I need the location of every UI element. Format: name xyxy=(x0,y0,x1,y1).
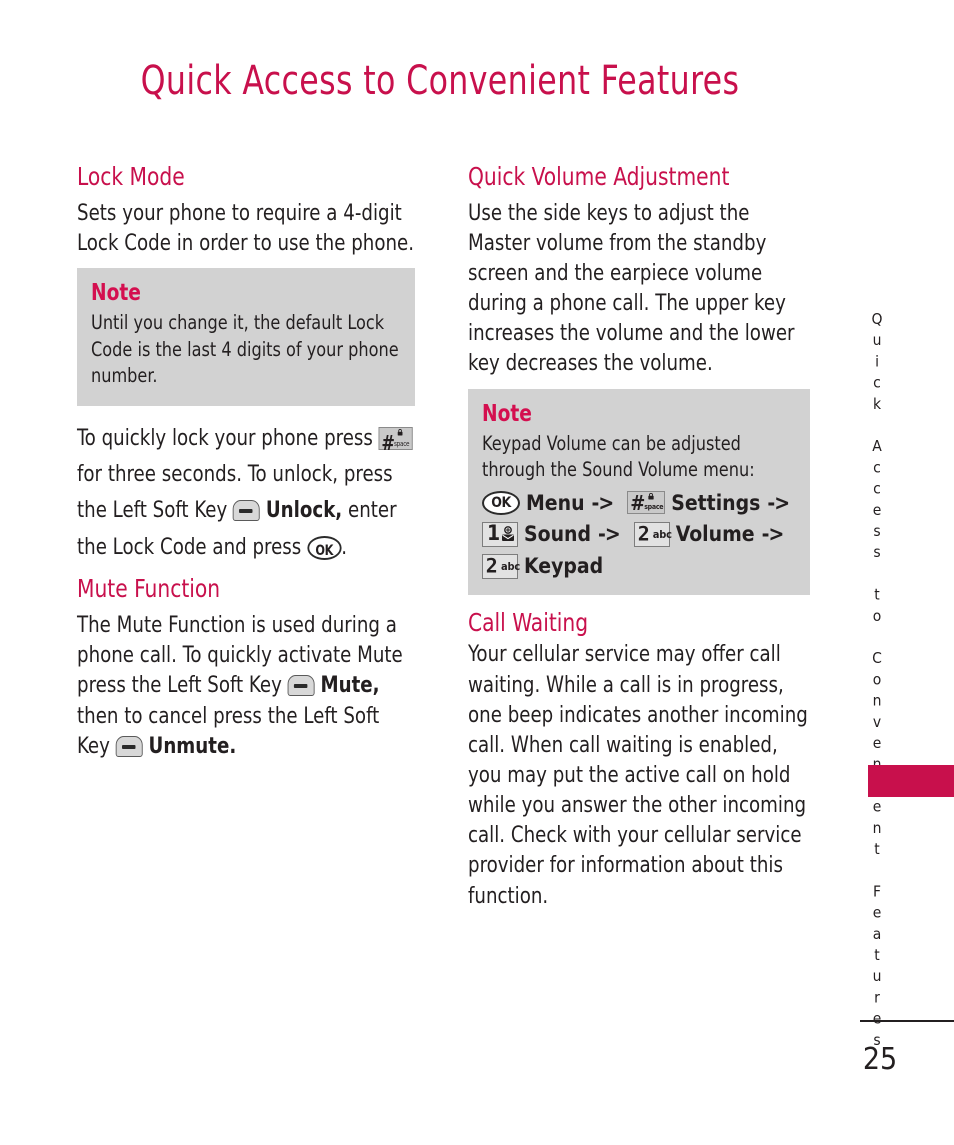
one-key-digit: 1 xyxy=(487,520,501,545)
menu-path-label: Settings xyxy=(671,490,761,515)
two-key-letters: abc xyxy=(652,527,672,541)
section-heading-mute-function: Mute Function xyxy=(77,574,221,604)
side-tab-label: Quick Access to Convenient Features xyxy=(868,310,886,1052)
two-abc-key-icon: 2 abc xyxy=(482,553,521,579)
note-text: Keypad Volume can be adjusted through th… xyxy=(482,431,755,482)
two-key-digit: 2 xyxy=(485,554,498,578)
note-box-lock-code: Note Until you change it, the default Lo… xyxy=(77,268,415,406)
section-heading-lock-mode: Lock Mode xyxy=(77,162,185,191)
mute-function-paragraph: The Mute Function is used during a phone… xyxy=(77,610,412,761)
side-tab-marker xyxy=(868,765,954,797)
menu-path-row-1: OK Menu -> # space Settings -> xyxy=(482,490,796,515)
lock-mode-paragraph: Sets your phone to require a 4-digit Loc… xyxy=(77,199,415,256)
two-key-letters: abc xyxy=(501,559,521,573)
section-heading-quick-volume-adjustment: Quick Volume Adjustment xyxy=(468,162,730,191)
left-soft-key-icon xyxy=(115,735,143,757)
two-abc-key-icon: 2 abc xyxy=(633,521,672,547)
menu-path-arrow: -> xyxy=(767,490,790,515)
hash-space-key-icon: # space xyxy=(627,491,666,515)
right-column: Quick Volume Adjustment Use the side key… xyxy=(468,162,816,921)
menu-path-label: Volume xyxy=(675,522,755,547)
ok-key-icon: OK xyxy=(482,490,520,515)
note-box-keypad-volume: Note Keypad Volume can be adjusted throu… xyxy=(468,388,810,595)
left-soft-key-icon xyxy=(287,675,315,697)
one-key-icon: 1 xyxy=(482,520,518,547)
menu-path-label: Keypad xyxy=(524,554,604,579)
note-title: Note xyxy=(91,280,141,307)
instructions-unlock-label: Unlock, xyxy=(265,497,343,524)
lock-mode-instructions: To quickly lock your phone press # space… xyxy=(77,420,422,566)
note-title: Note xyxy=(482,400,532,427)
menu-path-arrow: -> xyxy=(761,522,785,547)
quick-volume-paragraph: Use the side keys to adjust the Master v… xyxy=(468,199,795,377)
left-soft-key-icon xyxy=(233,500,261,522)
call-waiting-paragraph: Your cellular service may offer call wai… xyxy=(468,641,808,909)
voicemail-icon xyxy=(502,525,514,541)
menu-path-row-2: 1 Sound -> 2 abc Volume -> xyxy=(482,520,796,547)
footer-divider xyxy=(860,1020,954,1022)
mute-label: Mute, xyxy=(320,672,380,699)
menu-path-row-3: 2 abc Keypad xyxy=(482,553,796,579)
hash-space-key-icon: # space xyxy=(378,426,413,455)
page-title: Quick Access to Convenient Features xyxy=(140,58,740,104)
lock-icon xyxy=(648,493,654,500)
menu-path-arrow: -> xyxy=(598,522,621,547)
left-column: Lock Mode Sets your phone to require a 4… xyxy=(77,162,422,771)
section-heading-call-waiting: Call Waiting xyxy=(468,607,589,637)
lock-icon xyxy=(397,428,403,436)
two-key-digit: 2 xyxy=(637,522,650,546)
unmute-label: Unmute. xyxy=(148,732,237,759)
instructions-part-1: To quickly lock your phone press xyxy=(77,424,373,451)
menu-path-label: Sound xyxy=(524,522,592,547)
menu-path-arrow: -> xyxy=(591,490,615,515)
ok-key-icon: OK xyxy=(307,535,342,560)
page-number: 25 xyxy=(862,1042,898,1077)
instructions-part-5: . xyxy=(341,533,348,560)
menu-path-label: Menu xyxy=(526,490,585,515)
note-text: Until you change it, the default Lock Co… xyxy=(91,311,399,388)
